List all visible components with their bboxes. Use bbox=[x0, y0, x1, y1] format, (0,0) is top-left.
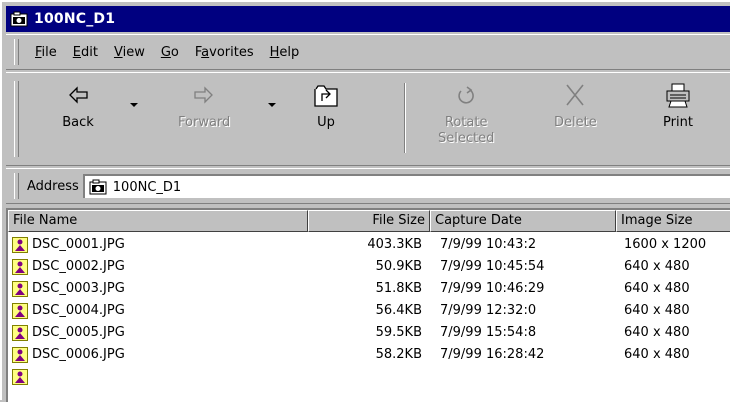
file-rows: DSC_0001.JPG 403.3KB 7/9/99 10:43:2 1600… bbox=[8, 234, 730, 388]
capture-date-cell: 7/9/99 10:43:2 bbox=[440, 237, 537, 252]
up-folder-icon bbox=[314, 85, 338, 107]
up-button[interactable]: Up bbox=[310, 81, 342, 131]
delete-x-icon bbox=[566, 84, 584, 106]
column-header-capture-date[interactable]: Capture Date bbox=[430, 210, 616, 232]
menu-favorites[interactable]: Favorites bbox=[187, 45, 262, 60]
file-size-cell: 403.3KB bbox=[367, 237, 422, 252]
file-name-cell: DSC_0005.JPG bbox=[32, 325, 125, 340]
back-label: Back bbox=[62, 115, 94, 130]
file-name-cell: DSC_0001.JPG bbox=[32, 237, 125, 252]
back-dropdown-arrow[interactable] bbox=[130, 103, 138, 107]
table-row[interactable]: DSC_0004.JPG 56.4KB 7/9/99 12:32:0 640 x… bbox=[8, 300, 730, 322]
menu-go[interactable]: Go bbox=[153, 45, 187, 60]
table-row[interactable]: DSC_0001.JPG 403.3KB 7/9/99 10:43:2 1600… bbox=[8, 234, 730, 256]
title-bar[interactable]: 100NC_D1 bbox=[6, 6, 730, 32]
window-title: 100NC_D1 bbox=[34, 11, 116, 27]
explorer-window: 100NC_D1 File Edit View Go Favorites Hel… bbox=[0, 0, 730, 402]
table-row[interactable]: DSC_0003.JPG 51.8KB 7/9/99 10:46:29 640 … bbox=[8, 278, 730, 300]
forward-arrow-icon bbox=[194, 86, 214, 104]
column-headers: File Name File Size Capture Date Image S… bbox=[8, 210, 730, 232]
image-file-icon bbox=[12, 303, 28, 319]
image-size-cell: 640 x 480 bbox=[624, 347, 690, 362]
up-label: Up bbox=[317, 115, 335, 130]
file-name-cell: DSC_0003.JPG bbox=[32, 281, 125, 296]
column-header-file-name[interactable]: File Name bbox=[8, 210, 308, 232]
menu-edit[interactable]: Edit bbox=[65, 45, 106, 60]
address-input[interactable]: 100NC_D1 bbox=[82, 174, 730, 198]
toolbar-separator bbox=[404, 83, 406, 153]
capture-date-cell: 7/9/99 10:46:29 bbox=[440, 281, 545, 296]
menu-help[interactable]: Help bbox=[262, 45, 308, 60]
column-header-file-size[interactable]: File Size bbox=[308, 210, 430, 232]
table-row[interactable]: DSC_0002.JPG 50.9KB 7/9/99 10:45:54 640 … bbox=[8, 256, 730, 278]
file-size-cell: 50.9KB bbox=[375, 259, 422, 274]
file-name-cell: DSC_0004.JPG bbox=[32, 303, 125, 318]
capture-date-cell: 7/9/99 12:32:0 bbox=[440, 303, 537, 318]
rotate-label: Rotate Selected bbox=[438, 115, 495, 146]
file-name-cell: DSC_0006.JPG bbox=[32, 347, 125, 362]
image-file-icon bbox=[12, 281, 28, 297]
file-name-cell: DSC_0002.JPG bbox=[32, 259, 125, 274]
file-size-cell: 56.4KB bbox=[375, 303, 422, 318]
camera-folder-icon bbox=[89, 179, 107, 195]
camera-folder-icon bbox=[10, 11, 28, 27]
address-bar-grip[interactable] bbox=[14, 173, 19, 199]
image-size-cell: 640 x 480 bbox=[624, 281, 690, 296]
file-size-cell: 59.5KB bbox=[375, 325, 422, 340]
file-list[interactable]: File Name File Size Capture Date Image S… bbox=[6, 208, 730, 402]
image-size-cell: 1600 x 1200 bbox=[624, 237, 707, 252]
delete-label: Delete bbox=[554, 115, 597, 130]
rotate-selected-button[interactable]: Rotate Selected bbox=[438, 81, 494, 147]
image-file-icon bbox=[12, 325, 28, 341]
image-size-cell: 640 x 480 bbox=[624, 303, 690, 318]
address-bar: Address 100NC_D1 bbox=[6, 168, 730, 204]
capture-date-cell: 7/9/99 15:54:8 bbox=[440, 325, 537, 340]
delete-button[interactable]: Delete bbox=[554, 81, 597, 131]
capture-date-cell: 7/9/99 16:28:42 bbox=[440, 347, 545, 362]
menu-bar: File Edit View Go Favorites Help bbox=[6, 34, 730, 70]
toolbar-grip[interactable] bbox=[14, 81, 19, 157]
table-row[interactable]: DSC_0006.JPG 58.2KB 7/9/99 16:28:42 640 … bbox=[8, 344, 730, 366]
file-size-cell: 58.2KB bbox=[375, 347, 422, 362]
menu-bar-grip[interactable] bbox=[14, 39, 19, 65]
rotate-icon bbox=[458, 86, 475, 104]
menu-file[interactable]: File bbox=[27, 45, 65, 60]
image-file-icon bbox=[12, 369, 28, 385]
forward-dropdown-arrow[interactable] bbox=[268, 103, 276, 107]
toolbar: Back Forward Up Rotate Selected Delete P… bbox=[6, 72, 730, 166]
address-label: Address bbox=[27, 178, 79, 194]
image-file-icon bbox=[12, 259, 28, 275]
file-size-cell: 51.8KB bbox=[375, 281, 422, 296]
print-label: Print bbox=[663, 115, 693, 130]
image-file-icon bbox=[12, 237, 28, 253]
forward-button[interactable]: Forward bbox=[178, 81, 230, 131]
table-row[interactable] bbox=[8, 366, 730, 388]
image-size-cell: 640 x 480 bbox=[624, 259, 690, 274]
printer-icon bbox=[666, 83, 690, 108]
print-button[interactable]: Print bbox=[662, 81, 694, 131]
column-header-image-size[interactable]: Image Size bbox=[616, 210, 730, 232]
back-arrow-icon bbox=[69, 86, 88, 104]
capture-date-cell: 7/9/99 10:45:54 bbox=[440, 259, 545, 274]
forward-label: Forward bbox=[178, 115, 231, 130]
back-button[interactable]: Back bbox=[62, 81, 94, 131]
image-file-icon bbox=[12, 347, 28, 363]
address-value: 100NC_D1 bbox=[112, 179, 182, 195]
image-size-cell: 640 x 480 bbox=[624, 325, 690, 340]
table-row[interactable]: DSC_0005.JPG 59.5KB 7/9/99 15:54:8 640 x… bbox=[8, 322, 730, 344]
menu-view[interactable]: View bbox=[106, 45, 153, 60]
